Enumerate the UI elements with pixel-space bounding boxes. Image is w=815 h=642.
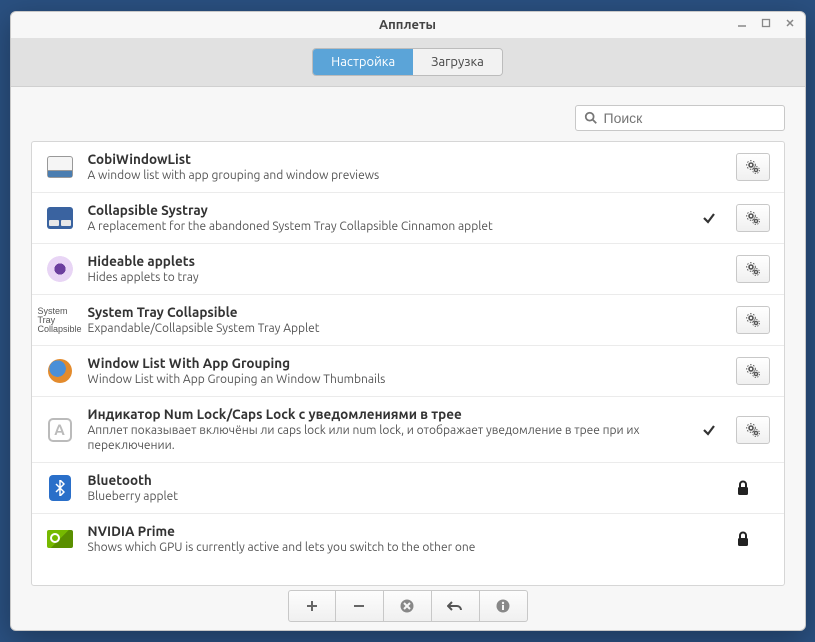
search-input[interactable] bbox=[604, 110, 776, 126]
applet-text: Window List With App GroupingWindow List… bbox=[88, 355, 722, 387]
configure-button[interactable] bbox=[736, 153, 770, 181]
systray-text-icon: SystemTrayCollapsible bbox=[37, 307, 81, 334]
eye-icon bbox=[47, 256, 73, 282]
applet-icon: A bbox=[46, 416, 74, 444]
applet-row[interactable]: SystemTrayCollapsible System Tray Collaps… bbox=[32, 295, 784, 346]
applet-icon bbox=[46, 474, 74, 502]
applet-row[interactable]: CobiWindowListA window list with app gro… bbox=[32, 142, 784, 193]
applet-icon bbox=[46, 525, 74, 553]
applet-icon bbox=[46, 357, 74, 385]
lock-icon bbox=[736, 480, 770, 496]
titlebar: Апплеты bbox=[11, 12, 805, 38]
info-button[interactable] bbox=[480, 590, 528, 622]
window-title: Апплеты bbox=[379, 18, 436, 32]
applet-title: Hideable applets bbox=[88, 253, 722, 269]
window-list-icon bbox=[47, 156, 73, 178]
content-area: CobiWindowListA window list with app gro… bbox=[11, 87, 805, 630]
applet-description: A replacement for the abandoned System T… bbox=[88, 219, 688, 234]
configure-button[interactable] bbox=[736, 357, 770, 385]
applet-title: System Tray Collapsible bbox=[88, 304, 722, 320]
applet-text: Hideable appletsHides applets to tray bbox=[88, 253, 722, 285]
applet-description: Blueberry applet bbox=[88, 489, 722, 504]
tab-configure[interactable]: Настройка bbox=[313, 49, 413, 75]
tab-download[interactable]: Загрузка bbox=[413, 49, 502, 75]
close-button[interactable] bbox=[783, 16, 797, 30]
applet-title: Bluetooth bbox=[88, 472, 722, 488]
applet-row[interactable]: Collapsible SystrayA replacement for the… bbox=[32, 193, 784, 244]
applet-row[interactable]: A Индикатор Num Lock/Caps Lock с уведомле… bbox=[32, 397, 784, 463]
window-controls bbox=[735, 16, 797, 30]
remove-button[interactable] bbox=[336, 590, 384, 622]
applet-description: A window list with app grouping and wind… bbox=[88, 168, 722, 183]
add-button[interactable] bbox=[288, 590, 336, 622]
applet-text: System Tray CollapsibleExpandable/Collap… bbox=[88, 304, 722, 336]
configure-button[interactable] bbox=[736, 204, 770, 232]
applet-text: Collapsible SystrayA replacement for the… bbox=[88, 202, 688, 234]
applet-description: Expandable/Collapsible System Tray Apple… bbox=[88, 321, 722, 336]
bluetooth-icon bbox=[49, 475, 71, 501]
applet-list[interactable]: CobiWindowListA window list with app gro… bbox=[31, 141, 785, 586]
lock-icon bbox=[736, 531, 770, 547]
applet-row[interactable]: Window List With App GroupingWindow List… bbox=[32, 346, 784, 397]
minimize-button[interactable] bbox=[735, 16, 749, 30]
applet-row[interactable]: Hideable appletsHides applets to tray bbox=[32, 244, 784, 295]
applet-title: CobiWindowList bbox=[88, 151, 722, 167]
configure-button[interactable] bbox=[736, 416, 770, 444]
applet-icon bbox=[46, 153, 74, 181]
maximize-button[interactable] bbox=[759, 16, 773, 30]
tab-group: Настройка Загрузка bbox=[312, 48, 503, 76]
undo-button[interactable] bbox=[432, 590, 480, 622]
applet-icon bbox=[46, 204, 74, 232]
nvidia-icon bbox=[47, 530, 73, 548]
enabled-check-icon bbox=[702, 423, 722, 437]
enabled-check-icon bbox=[702, 211, 722, 225]
applet-text: CobiWindowListA window list with app gro… bbox=[88, 151, 722, 183]
letter-a-icon: A bbox=[48, 418, 72, 442]
tabbar: Настройка Загрузка bbox=[11, 38, 805, 87]
configure-button[interactable] bbox=[736, 306, 770, 334]
applet-description: Shows which GPU is currently active and … bbox=[88, 540, 722, 555]
applet-title: NVIDIA Prime bbox=[88, 523, 722, 539]
applet-row[interactable]: BluetoothBlueberry applet bbox=[32, 463, 784, 514]
applet-text: BluetoothBlueberry applet bbox=[88, 472, 722, 504]
applet-icon: SystemTrayCollapsible bbox=[46, 306, 74, 334]
delete-button[interactable] bbox=[384, 590, 432, 622]
applet-title: Collapsible Systray bbox=[88, 202, 688, 218]
applet-text: NVIDIA PrimeShows which GPU is currently… bbox=[88, 523, 722, 555]
applet-row[interactable]: NVIDIA PrimeShows which GPU is currently… bbox=[32, 514, 784, 564]
applet-description: Window List with App Grouping an Window … bbox=[88, 372, 722, 387]
systray-icon bbox=[47, 207, 73, 229]
bottom-toolbar bbox=[31, 586, 785, 630]
applet-title: Индикатор Num Lock/Caps Lock с уведомлен… bbox=[88, 406, 688, 422]
search-box[interactable] bbox=[575, 105, 785, 131]
applet-description: Hides applets to tray bbox=[88, 270, 722, 285]
firefox-icon bbox=[48, 359, 72, 383]
search-icon bbox=[584, 111, 598, 125]
applet-text: Индикатор Num Lock/Caps Lock с уведомлен… bbox=[88, 406, 688, 453]
applet-description: Апплет показывает включёны ли caps lock … bbox=[88, 423, 688, 453]
applet-title: Window List With App Grouping bbox=[88, 355, 722, 371]
applets-window: Апплеты Настройка Загрузка bbox=[10, 11, 806, 631]
configure-button[interactable] bbox=[736, 255, 770, 283]
applet-icon bbox=[46, 255, 74, 283]
